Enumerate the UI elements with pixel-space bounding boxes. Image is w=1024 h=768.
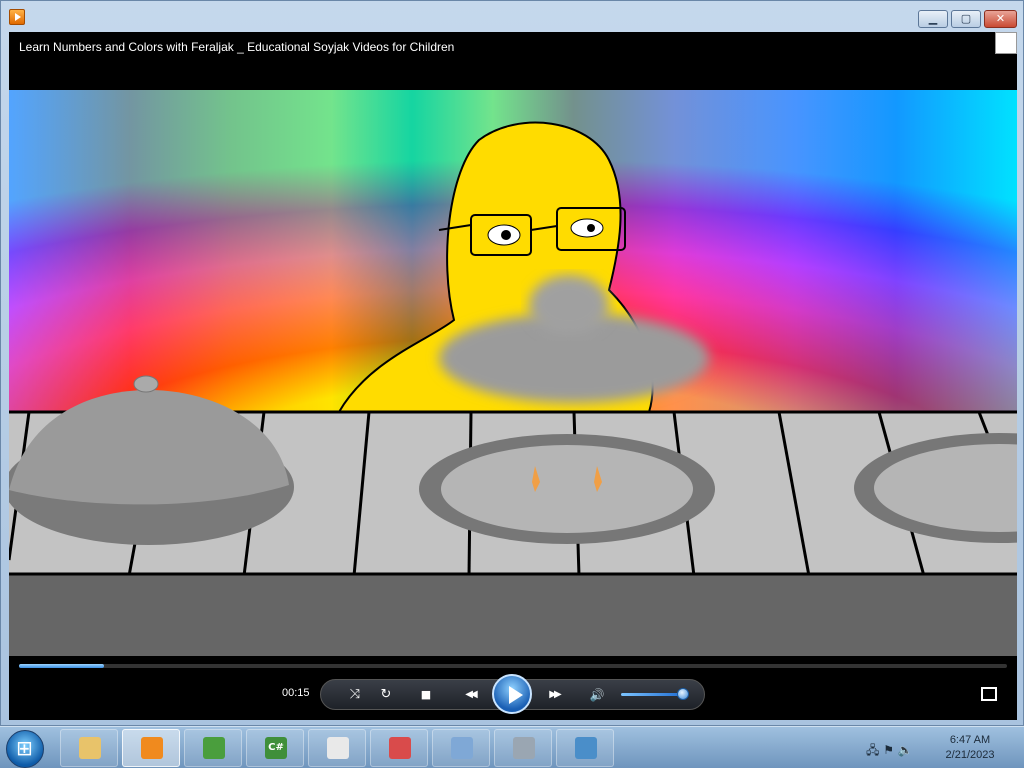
repeat-button[interactable]: ↻	[375, 685, 397, 705]
fast-forward-button[interactable]: ▶▶	[539, 685, 569, 705]
start-button[interactable]	[6, 730, 44, 768]
clock-date: 2/21/2023	[945, 749, 995, 761]
title-bar[interactable]: ▁ ▢ ✕	[1, 1, 1023, 33]
stop-button[interactable]: ■	[415, 685, 437, 705]
maximize-button[interactable]: ▢	[951, 10, 981, 28]
mute-button[interactable]: 🔊	[586, 685, 608, 705]
solitaire-icon	[327, 737, 349, 759]
seek-bar[interactable]	[19, 664, 1007, 668]
taskbar-app-pepe-app[interactable]	[184, 729, 242, 767]
shuffle-button[interactable]: ⤨	[344, 685, 366, 705]
system-tray: 🖧 ⚑ 🔈	[866, 741, 913, 762]
file-explorer-icon	[79, 737, 101, 759]
taskbar-app-speaker-app[interactable]	[494, 729, 552, 767]
volume-icon[interactable]: 🔈	[898, 743, 913, 757]
seek-progress	[19, 664, 104, 668]
pepe-app-icon	[203, 737, 225, 759]
network-icon[interactable]: 🖧	[866, 743, 879, 757]
speaker-app-icon	[513, 737, 535, 759]
video-frame	[9, 90, 1017, 656]
video-viewer[interactable]: Learn Numbers and Colors with Feraljak _…	[9, 32, 1017, 720]
rewind-button[interactable]: ◀◀	[455, 685, 485, 705]
clock[interactable]: 6:47 AM 2/21/2023	[930, 733, 1010, 763]
volume-slider[interactable]	[621, 693, 685, 696]
fullscreen-button[interactable]	[981, 687, 997, 701]
snipping-tool-icon	[389, 737, 411, 759]
media-player-icon	[141, 737, 163, 759]
media-player-icon	[9, 9, 25, 25]
picture-viewer-icon	[575, 737, 597, 759]
calendar-gadget-icon	[451, 737, 473, 759]
media-player-window: ▁ ▢ ✕ Learn Numbers and Colors with Fera…	[0, 0, 1024, 726]
taskbar-app-snipping-tool[interactable]	[370, 729, 428, 767]
taskbar: C# 🖧 ⚑ 🔈 6:47 AM 2/21/2023	[0, 726, 1024, 768]
minimize-button[interactable]: ▁	[918, 10, 948, 28]
csharp-app-icon: C#	[265, 737, 287, 759]
taskbar-app-csharp-app[interactable]: C#	[246, 729, 304, 767]
close-button[interactable]: ✕	[984, 10, 1017, 28]
taskbar-app-picture-viewer[interactable]	[556, 729, 614, 767]
action-center-icon[interactable]: ⚑	[883, 743, 894, 757]
elapsed-time: 00:15	[282, 687, 310, 699]
volume-slider-thumb[interactable]	[677, 688, 689, 700]
taskbar-app-solitaire[interactable]	[308, 729, 366, 767]
video-title: Learn Numbers and Colors with Feraljak _…	[19, 40, 455, 54]
play-button[interactable]	[492, 674, 532, 714]
taskbar-app-file-explorer[interactable]	[60, 729, 118, 767]
channel-logo-icon	[995, 32, 1017, 54]
taskbar-app-media-player[interactable]	[122, 729, 180, 767]
clock-time: 6:47 AM	[949, 734, 991, 746]
taskbar-app-calendar-gadget[interactable]	[432, 729, 490, 767]
